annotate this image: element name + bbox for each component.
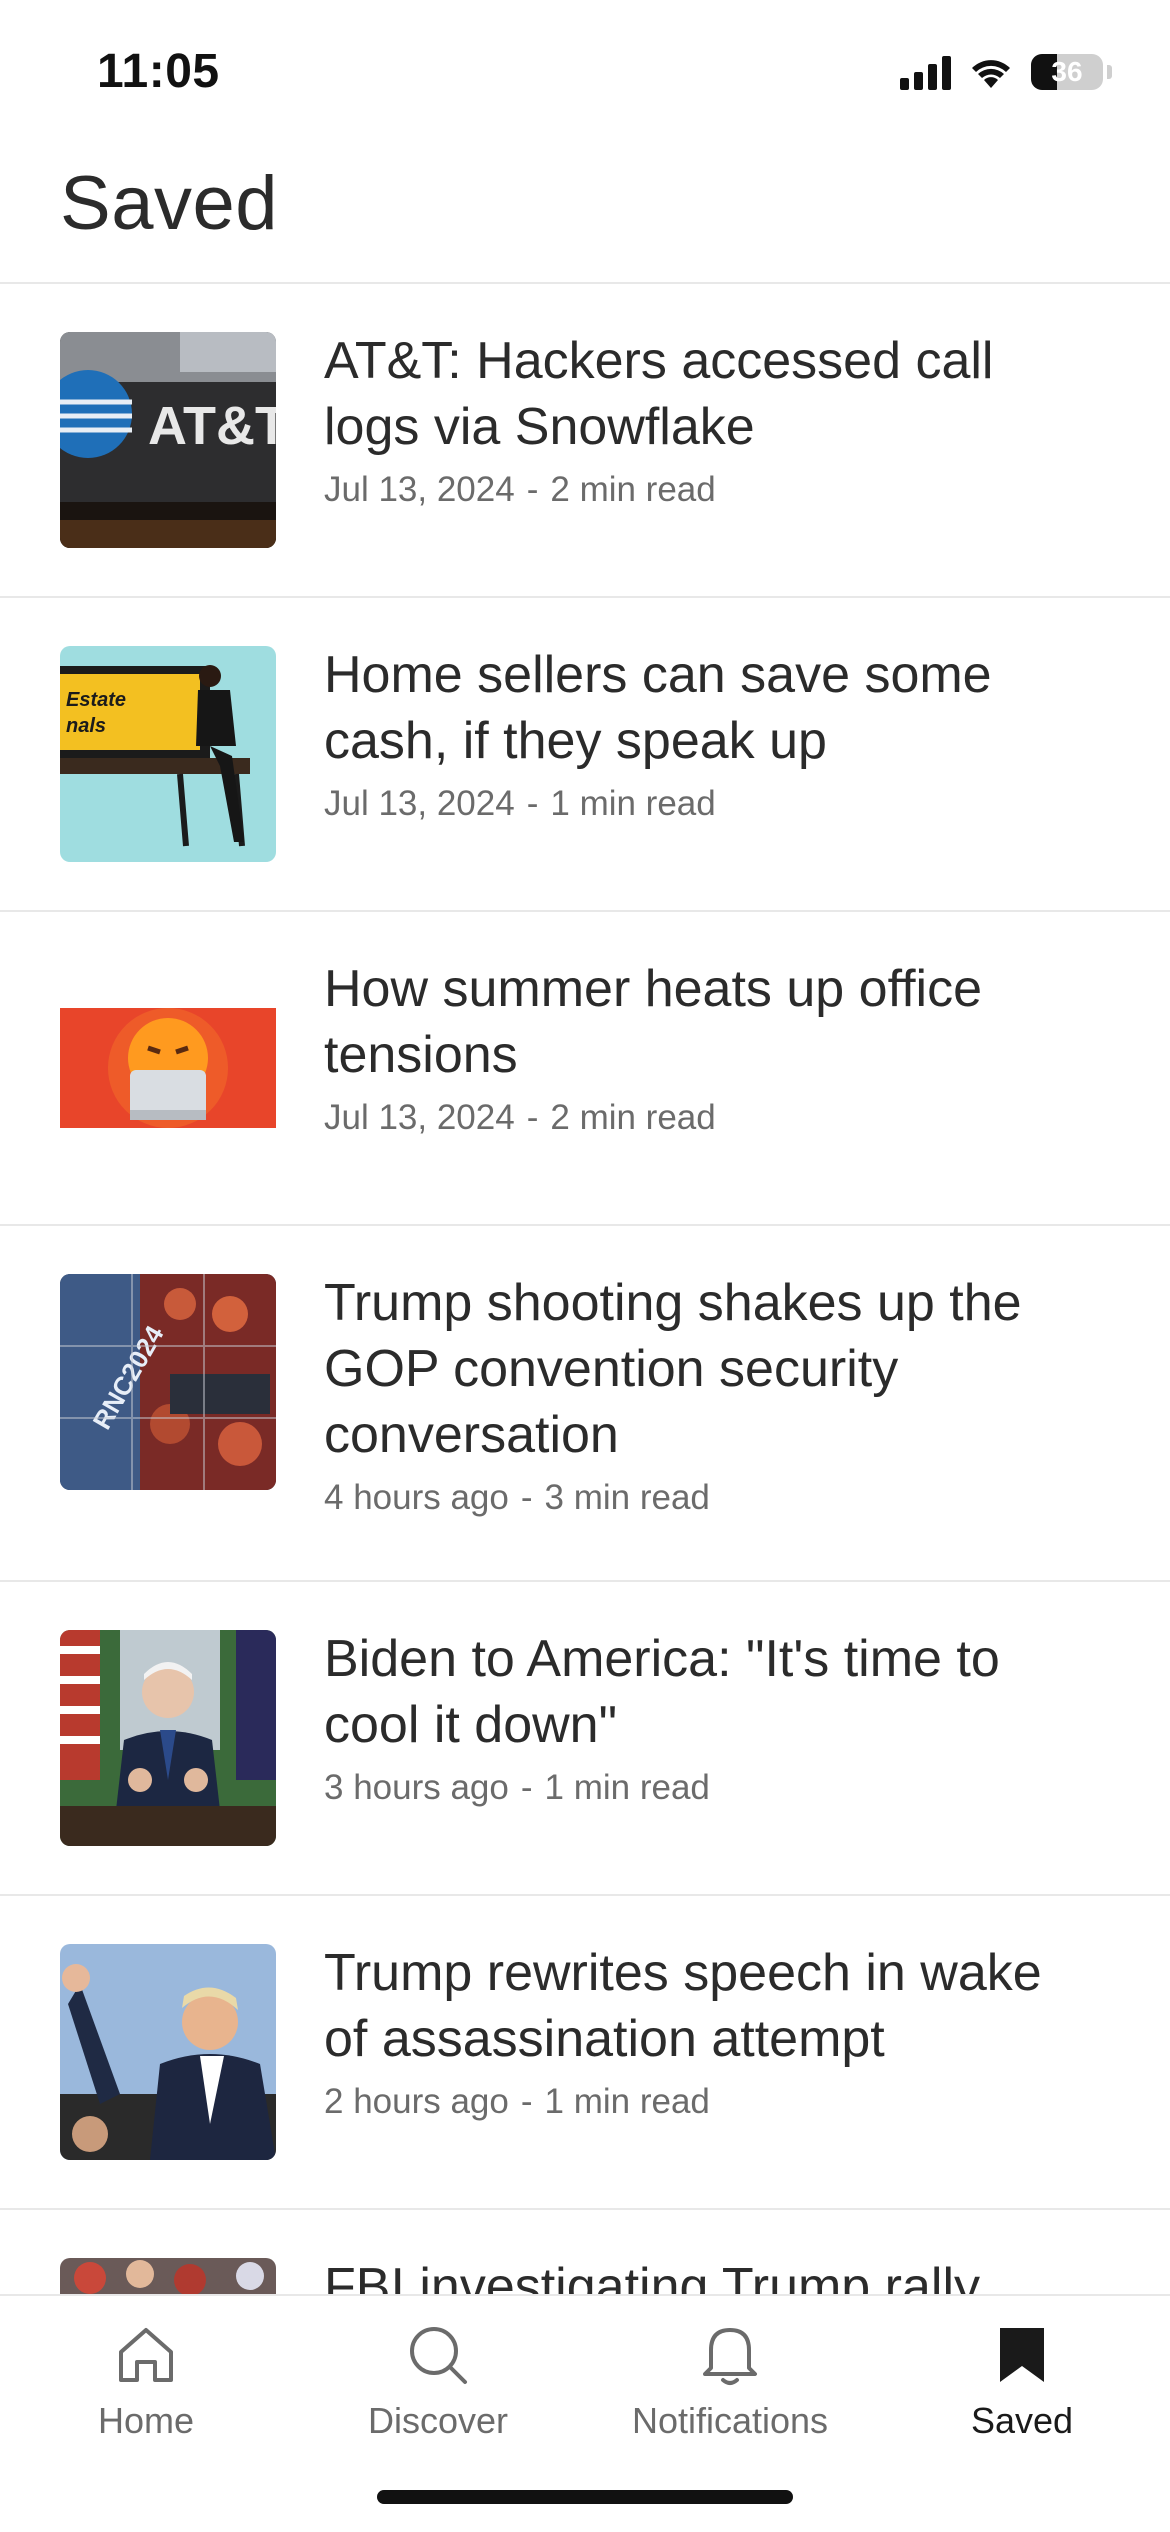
article-text: FBI investigating Trump rally — [324, 2254, 1090, 2294]
article-meta: 3 hours ago - 1 min read — [324, 1768, 1090, 1808]
article-meta: Jul 13, 2024 - 2 min read — [324, 1098, 1090, 1138]
article-thumbnail: RNC2024 — [60, 1274, 276, 1490]
article-row-att[interactable]: AT&T AT&T: Hackers accessed call logs vi… — [0, 284, 1170, 598]
tab-home-label: Home — [97, 2400, 195, 2441]
home-icon — [16, 2320, 276, 2390]
article-meta: 2 hours ago - 1 min read — [324, 2082, 1090, 2122]
article-title: Biden to America: "It's time to cool it … — [324, 1630, 1000, 1754]
meta-separator: - — [526, 1098, 539, 1137]
meta-separator: - — [520, 1478, 533, 1517]
article-thumbnail — [60, 960, 276, 1176]
svg-text:AT&T: AT&T — [148, 396, 276, 456]
article-date: Jul 13, 2024 — [324, 784, 515, 823]
saved-articles-list[interactable]: AT&T AT&T: Hackers accessed call logs vi… — [0, 284, 1170, 2294]
article-date: Jul 13, 2024 — [324, 1098, 515, 1137]
article-text: AT&T: Hackers accessed call logs via Sno… — [324, 328, 1090, 510]
status-time: 11:05 — [97, 45, 220, 98]
article-title: Home sellers can save some cash, if they… — [324, 646, 992, 770]
tab-discover[interactable]: Discover — [308, 2320, 568, 2442]
article-thumbnail: AT&T — [60, 332, 276, 548]
article-read-time: 1 min read — [544, 2082, 710, 2121]
article-text: Home sellers can save some cash, if they… — [324, 642, 1090, 824]
svg-text:nals: nals — [66, 715, 106, 737]
article-row-home-sellers[interactable]: Estate nals Home sellers can save some c… — [0, 598, 1170, 912]
meta-separator: - — [526, 784, 539, 823]
article-meta: Jul 13, 2024 - 2 min read — [324, 470, 1090, 510]
meta-separator: - — [520, 2082, 533, 2121]
tab-saved[interactable]: Saved — [892, 2320, 1152, 2442]
article-thumbnail — [60, 2258, 276, 2294]
tab-notifications-label: Notifications — [631, 2400, 829, 2441]
article-text: Biden to America: "It's time to cool it … — [324, 1626, 1090, 1808]
article-date: Jul 13, 2024 — [324, 470, 515, 509]
article-row-fbi[interactable]: FBI investigating Trump rally — [0, 2210, 1170, 2294]
article-text: How summer heats up office tensions Jul … — [324, 956, 1090, 1138]
page-title: Saved — [60, 161, 278, 246]
svg-text:Estate: Estate — [66, 689, 126, 711]
tab-saved-label: Saved — [970, 2400, 1074, 2441]
article-title: Trump shooting shakes up the GOP convent… — [324, 1274, 1022, 1464]
cellular-signal-icon — [900, 54, 951, 90]
tab-discover-label: Discover — [367, 2400, 509, 2441]
article-thumbnail — [60, 1944, 276, 2160]
article-date: 2 hours ago — [324, 2082, 509, 2121]
status-icons: 36 — [900, 50, 1112, 94]
article-row-office-tensions[interactable]: How summer heats up office tensions Jul … — [0, 912, 1170, 1226]
tab-home[interactable]: Home — [16, 2320, 276, 2442]
status-bar: 11:05 36 — [0, 0, 1170, 140]
article-read-time: 1 min read — [544, 1768, 710, 1807]
bell-icon — [600, 2320, 860, 2390]
home-indicator — [377, 2490, 793, 2504]
article-meta: 4 hours ago - 3 min read — [324, 1478, 1090, 1518]
article-date: 4 hours ago — [324, 1478, 509, 1517]
article-row-trump-speech[interactable]: Trump rewrites speech in wake of assassi… — [0, 1896, 1170, 2210]
search-icon — [308, 2320, 568, 2390]
article-row-biden[interactable]: Biden to America: "It's time to cool it … — [0, 1582, 1170, 1896]
article-text: Trump shooting shakes up the GOP convent… — [324, 1270, 1090, 1518]
article-read-time: 3 min read — [544, 1478, 710, 1517]
article-thumbnail: Estate nals — [60, 646, 276, 862]
bookmark-icon — [892, 2320, 1152, 2390]
article-read-time: 1 min read — [550, 784, 716, 823]
article-title: FBI investigating Trump rally — [324, 2258, 981, 2294]
article-title: Trump rewrites speech in wake of assassi… — [324, 1944, 1042, 2068]
battery-icon: 36 — [1031, 54, 1103, 90]
article-thumbnail — [60, 1630, 276, 1846]
tab-notifications[interactable]: Notifications — [600, 2320, 860, 2442]
article-title: How summer heats up office tensions — [324, 960, 982, 1084]
article-text: Trump rewrites speech in wake of assassi… — [324, 1940, 1090, 2122]
battery-tip — [1107, 65, 1112, 79]
article-read-time: 2 min read — [550, 470, 716, 509]
article-row-trump-shooting-gop[interactable]: RNC2024 Trump shooting shakes up the GOP… — [0, 1226, 1170, 1582]
meta-separator: - — [520, 1768, 533, 1807]
article-title: AT&T: Hackers accessed call logs via Sno… — [324, 332, 994, 456]
battery-percentage: 36 — [1051, 56, 1083, 87]
meta-separator: - — [526, 470, 539, 509]
article-date: 3 hours ago — [324, 1768, 509, 1807]
article-meta: Jul 13, 2024 - 1 min read — [324, 784, 1090, 824]
article-read-time: 2 min read — [550, 1098, 716, 1137]
wifi-icon — [972, 60, 1010, 88]
